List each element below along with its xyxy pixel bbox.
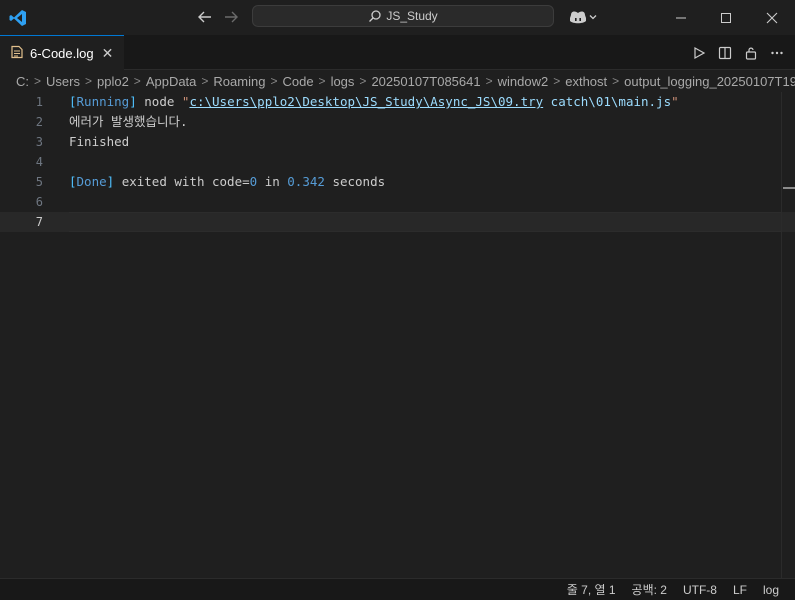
title-bar: JS_Study [0, 0, 795, 35]
close-icon[interactable] [749, 0, 795, 35]
breadcrumb-item[interactable]: exthost [565, 74, 607, 89]
line-number: 2 [35, 115, 43, 129]
chevron-right-icon: > [359, 74, 367, 88]
chevron-right-icon: > [612, 74, 620, 88]
unlock-icon[interactable] [743, 45, 759, 61]
chevron-right-icon: > [318, 74, 326, 88]
breadcrumb-item[interactable]: Roaming [213, 74, 265, 89]
breadcrumb-item[interactable]: pplo2 [97, 74, 129, 89]
code-line: 5 [Done] exited with code=0 in 0.342 sec… [0, 172, 795, 192]
line-number: 6 [35, 195, 43, 209]
copilot-menu[interactable] [568, 8, 600, 26]
close-tab-icon[interactable]: ✕ [102, 45, 114, 62]
breadcrumb-item[interactable]: Users [46, 74, 80, 89]
maximize-icon[interactable] [703, 0, 749, 35]
indentation[interactable]: 공백: 2 [632, 581, 667, 598]
breadcrumb-item[interactable]: AppData [146, 74, 197, 89]
line-content: [Running] node "c:\Users\pplo2\Desktop\J… [69, 94, 679, 109]
scroll-position-marker [783, 187, 795, 189]
line-number: 4 [35, 155, 43, 169]
editor[interactable]: 1 [Running] node "c:\Users\pplo2\Desktop… [0, 92, 795, 578]
current-line: 7 [0, 212, 795, 232]
vscode-icon [8, 8, 28, 28]
chevron-right-icon: > [485, 74, 493, 88]
arrow-right-icon[interactable] [222, 8, 240, 26]
chevron-right-icon: > [133, 74, 141, 88]
breadcrumb-item[interactable]: logs [331, 74, 355, 89]
chevron-right-icon: > [270, 74, 278, 88]
breadcrumb-item[interactable]: C: [16, 74, 29, 89]
chevron-down-icon [589, 15, 597, 20]
line-number: 3 [35, 135, 43, 149]
line-content: 에러가 발생했습니다. [69, 114, 188, 129]
search-text: JS_Study [386, 9, 438, 23]
line-number: 1 [35, 95, 43, 109]
log-file-icon [10, 45, 24, 62]
search-icon [369, 10, 381, 22]
breadcrumb-item[interactable]: Code [282, 74, 313, 89]
chevron-right-icon: > [553, 74, 561, 88]
vertical-scrollbar[interactable] [781, 92, 795, 578]
language-mode[interactable]: log [763, 583, 779, 597]
code-line: 3 Finished [0, 132, 795, 152]
code-line: 6 [0, 192, 795, 212]
breadcrumb: C: > Users > pplo2 > AppData > Roaming > Code… [0, 70, 795, 92]
cursor-position[interactable]: 줄 7, 열 1 [567, 581, 616, 598]
breadcrumb-item[interactable]: 20250107T085641 [371, 74, 480, 89]
end-of-line[interactable]: LF [733, 583, 747, 597]
chevron-right-icon: > [34, 74, 42, 88]
status-bar: 줄 7, 열 1 공백: 2 UTF-8 LF log [0, 578, 795, 600]
breadcrumb-item[interactable]: window2 [498, 74, 549, 89]
editor-actions [691, 35, 785, 70]
command-center-search[interactable]: JS_Study [252, 5, 554, 27]
chevron-right-icon: > [84, 74, 92, 88]
code-line: 1 [Running] node "c:\Users\pplo2\Desktop… [0, 92, 795, 112]
tab-bar: 6-Code.log ✕ [0, 35, 795, 70]
minimize-icon[interactable] [658, 0, 704, 35]
copilot-icon [570, 11, 586, 24]
line-content: Finished [69, 134, 130, 149]
file-path-link[interactable]: c:\Users\pplo2\Desktop\JS_Study\Async_JS… [189, 94, 543, 109]
run-icon[interactable] [691, 45, 707, 61]
split-editor-icon[interactable] [717, 45, 733, 61]
more-actions-icon[interactable] [769, 45, 785, 61]
chevron-right-icon: > [201, 74, 209, 88]
line-number: 5 [35, 175, 43, 189]
line-number: 7 [35, 215, 43, 229]
tab-6-code-log[interactable]: 6-Code.log ✕ [0, 35, 124, 70]
encoding[interactable]: UTF-8 [683, 583, 717, 597]
code-line: 2 에러가 발생했습니다. [0, 112, 795, 132]
tab-label: 6-Code.log [30, 45, 94, 61]
code-line: 4 [0, 152, 795, 172]
arrow-left-icon[interactable] [196, 8, 214, 26]
breadcrumb-item[interactable]: output_logging_20250107T19035 [624, 74, 795, 89]
line-content: [Done] exited with code=0 in 0.342 secon… [69, 174, 386, 189]
